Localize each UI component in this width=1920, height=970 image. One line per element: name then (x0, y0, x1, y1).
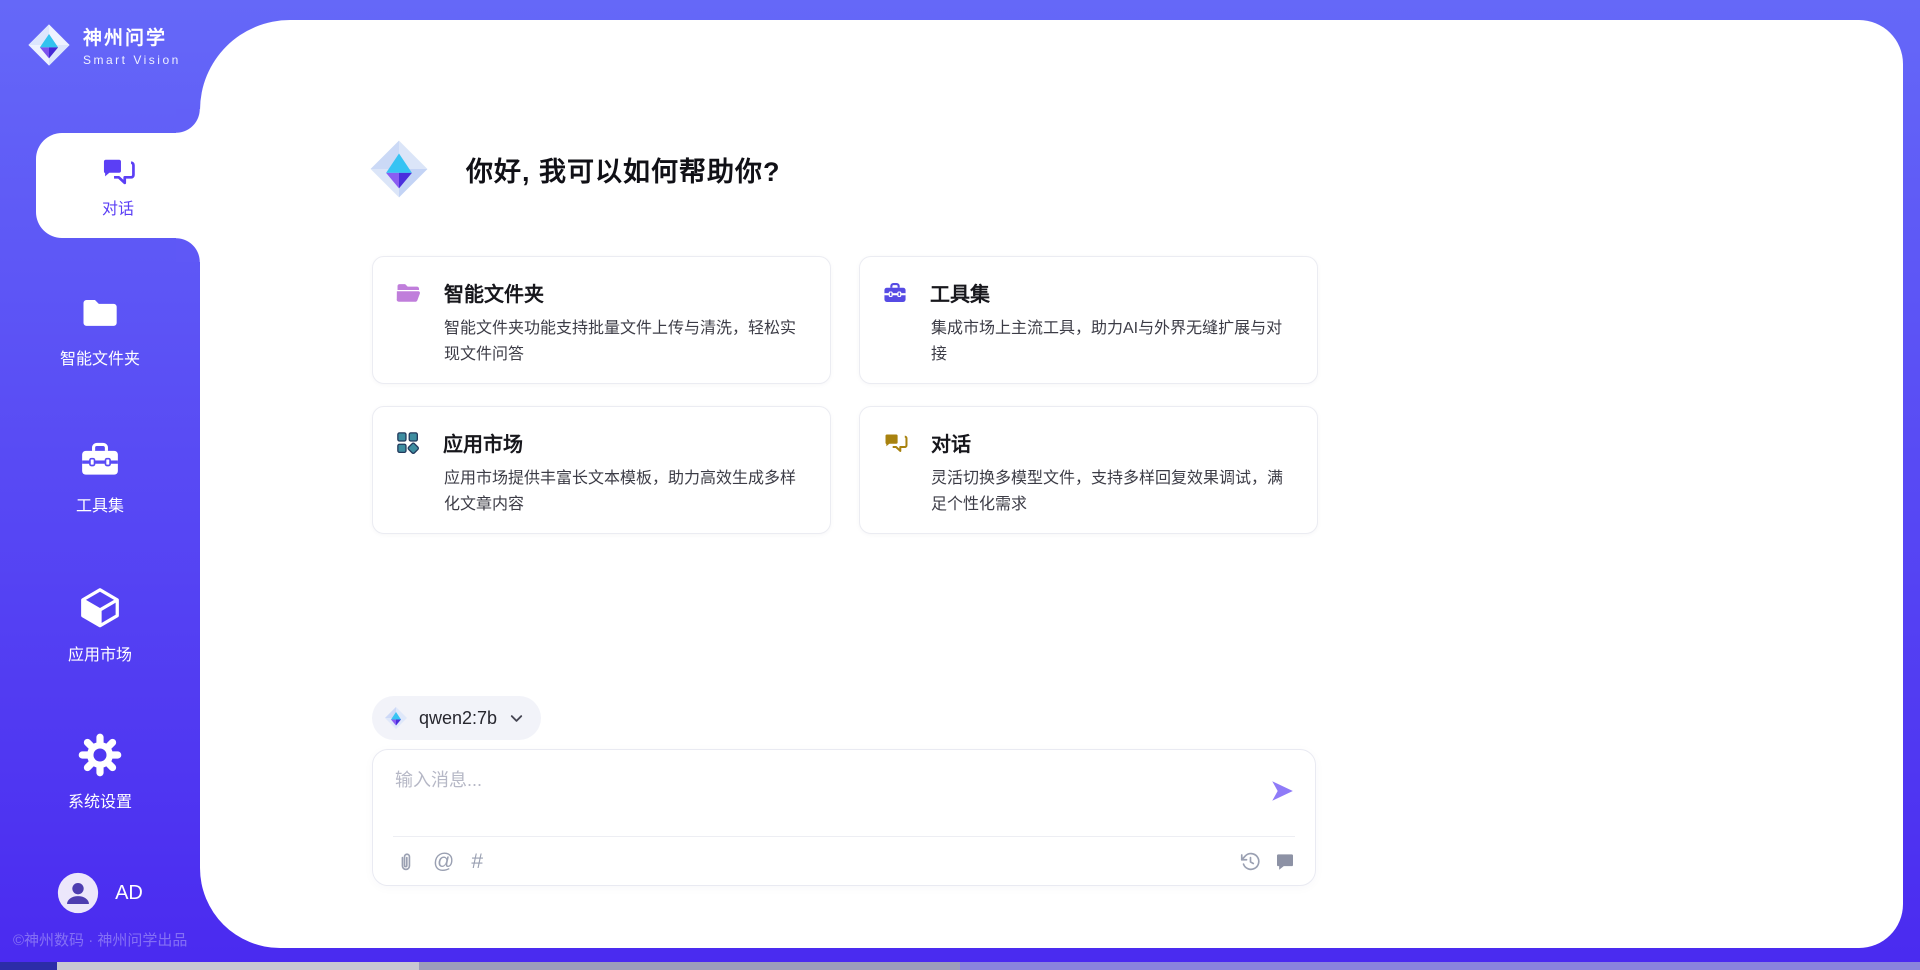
sidebar-footer-text: ©神州数码 · 神州问学出品 (13, 929, 187, 950)
model-selector[interactable]: qwen2:7b (372, 696, 541, 740)
greeting: 你好, 我可以如何帮助你? (368, 133, 781, 205)
toolbox-icon (882, 280, 908, 306)
feature-card-toolset[interactable]: 工具集 集成市场上主流工具，助力AI与外界无缝扩展与对接 (859, 256, 1318, 384)
sidebar-item-settings[interactable]: 系统设置 (0, 732, 200, 812)
folder-icon (78, 291, 122, 335)
scrollbar-thumb[interactable] (57, 962, 419, 970)
sidebar-item-label: 智能文件夹 (60, 345, 140, 369)
chat-bubbles-icon (99, 152, 137, 190)
chevron-down-icon (508, 710, 525, 727)
brand-name: 神州问学 (83, 23, 181, 50)
tab-curve-bottom (176, 238, 200, 262)
history-icon[interactable] (1240, 851, 1261, 872)
scrollbar-corner (0, 962, 57, 970)
feature-card-chat[interactable]: 对话 灵活切换多模型文件，支持多样回复效果调试，满足个性化需求 (859, 406, 1318, 534)
feature-card-app-market[interactable]: 应用市场 应用市场提供丰富长文本模板，助力高效生成多样化文章内容 (372, 406, 831, 534)
sidebar-item-label: 应用市场 (68, 641, 132, 665)
gear-icon (77, 732, 123, 778)
toolbox-icon (78, 438, 122, 482)
feature-cards: 智能文件夹 智能文件夹功能支持批量文件上传与清洗，轻松实现文件问答 工具集 集成… (372, 256, 1318, 534)
brand-diamond-icon (26, 22, 72, 68)
sidebar-item-label: 系统设置 (68, 788, 132, 812)
apps-grid-icon (395, 430, 421, 456)
sidebar-item-label: 工具集 (76, 492, 124, 516)
card-title: 对话 (931, 428, 971, 457)
tab-curve-top (176, 109, 200, 133)
sidebar-item-smart-folder[interactable]: 智能文件夹 (0, 291, 200, 369)
brand-subtitle: Smart Vision (83, 53, 181, 67)
card-description: 灵活切换多模型文件，支持多样回复效果调试，满足个性化需求 (931, 466, 1293, 518)
sidebar-item-label: 对话 (102, 195, 134, 219)
horizontal-scrollbar (0, 962, 1920, 970)
user-name: AD (115, 882, 143, 905)
mention-icon[interactable]: @ (433, 851, 454, 872)
brand-diamond-icon (368, 138, 430, 200)
app-window: 神州问学 Smart Vision 对话 智能文件夹 (0, 0, 1920, 970)
composer-toolbar: @ # (395, 837, 1295, 885)
card-description: 应用市场提供丰富长文本模板，助力高效生成多样化文章内容 (444, 466, 806, 518)
attachment-icon[interactable] (395, 851, 416, 872)
scrollbar-track (419, 962, 960, 970)
feature-card-smart-folder[interactable]: 智能文件夹 智能文件夹功能支持批量文件上传与清洗，轻松实现文件问答 (372, 256, 831, 384)
card-title: 应用市场 (443, 428, 523, 457)
brand-logo: 神州问学 Smart Vision (26, 22, 181, 68)
model-diamond-icon (384, 706, 408, 730)
chat-bubbles-icon (882, 429, 909, 456)
model-selector-value: qwen2:7b (419, 708, 497, 729)
sidebar-item-toolset[interactable]: 工具集 (0, 438, 200, 516)
hashtag-icon[interactable]: # (471, 851, 483, 872)
quick-phrase-icon[interactable] (1275, 851, 1295, 871)
message-composer: @ # (372, 749, 1316, 886)
send-icon[interactable] (1269, 778, 1295, 804)
greeting-text: 你好, 我可以如何帮助你? (466, 150, 781, 189)
folder-open-icon (395, 279, 422, 306)
card-title: 工具集 (930, 278, 990, 307)
card-description: 集成市场上主流工具，助力AI与外界无缝扩展与对接 (931, 316, 1293, 368)
sidebar-item-chat[interactable]: 对话 (36, 133, 200, 238)
sidebar-item-app-market[interactable]: 应用市场 (0, 585, 200, 665)
message-input[interactable] (395, 766, 1235, 828)
cube-icon (77, 585, 123, 631)
card-title: 智能文件夹 (444, 278, 544, 307)
card-description: 智能文件夹功能支持批量文件上传与清洗，轻松实现文件问答 (444, 316, 806, 368)
user-avatar-icon (57, 872, 99, 914)
user-account[interactable]: AD (0, 872, 200, 914)
